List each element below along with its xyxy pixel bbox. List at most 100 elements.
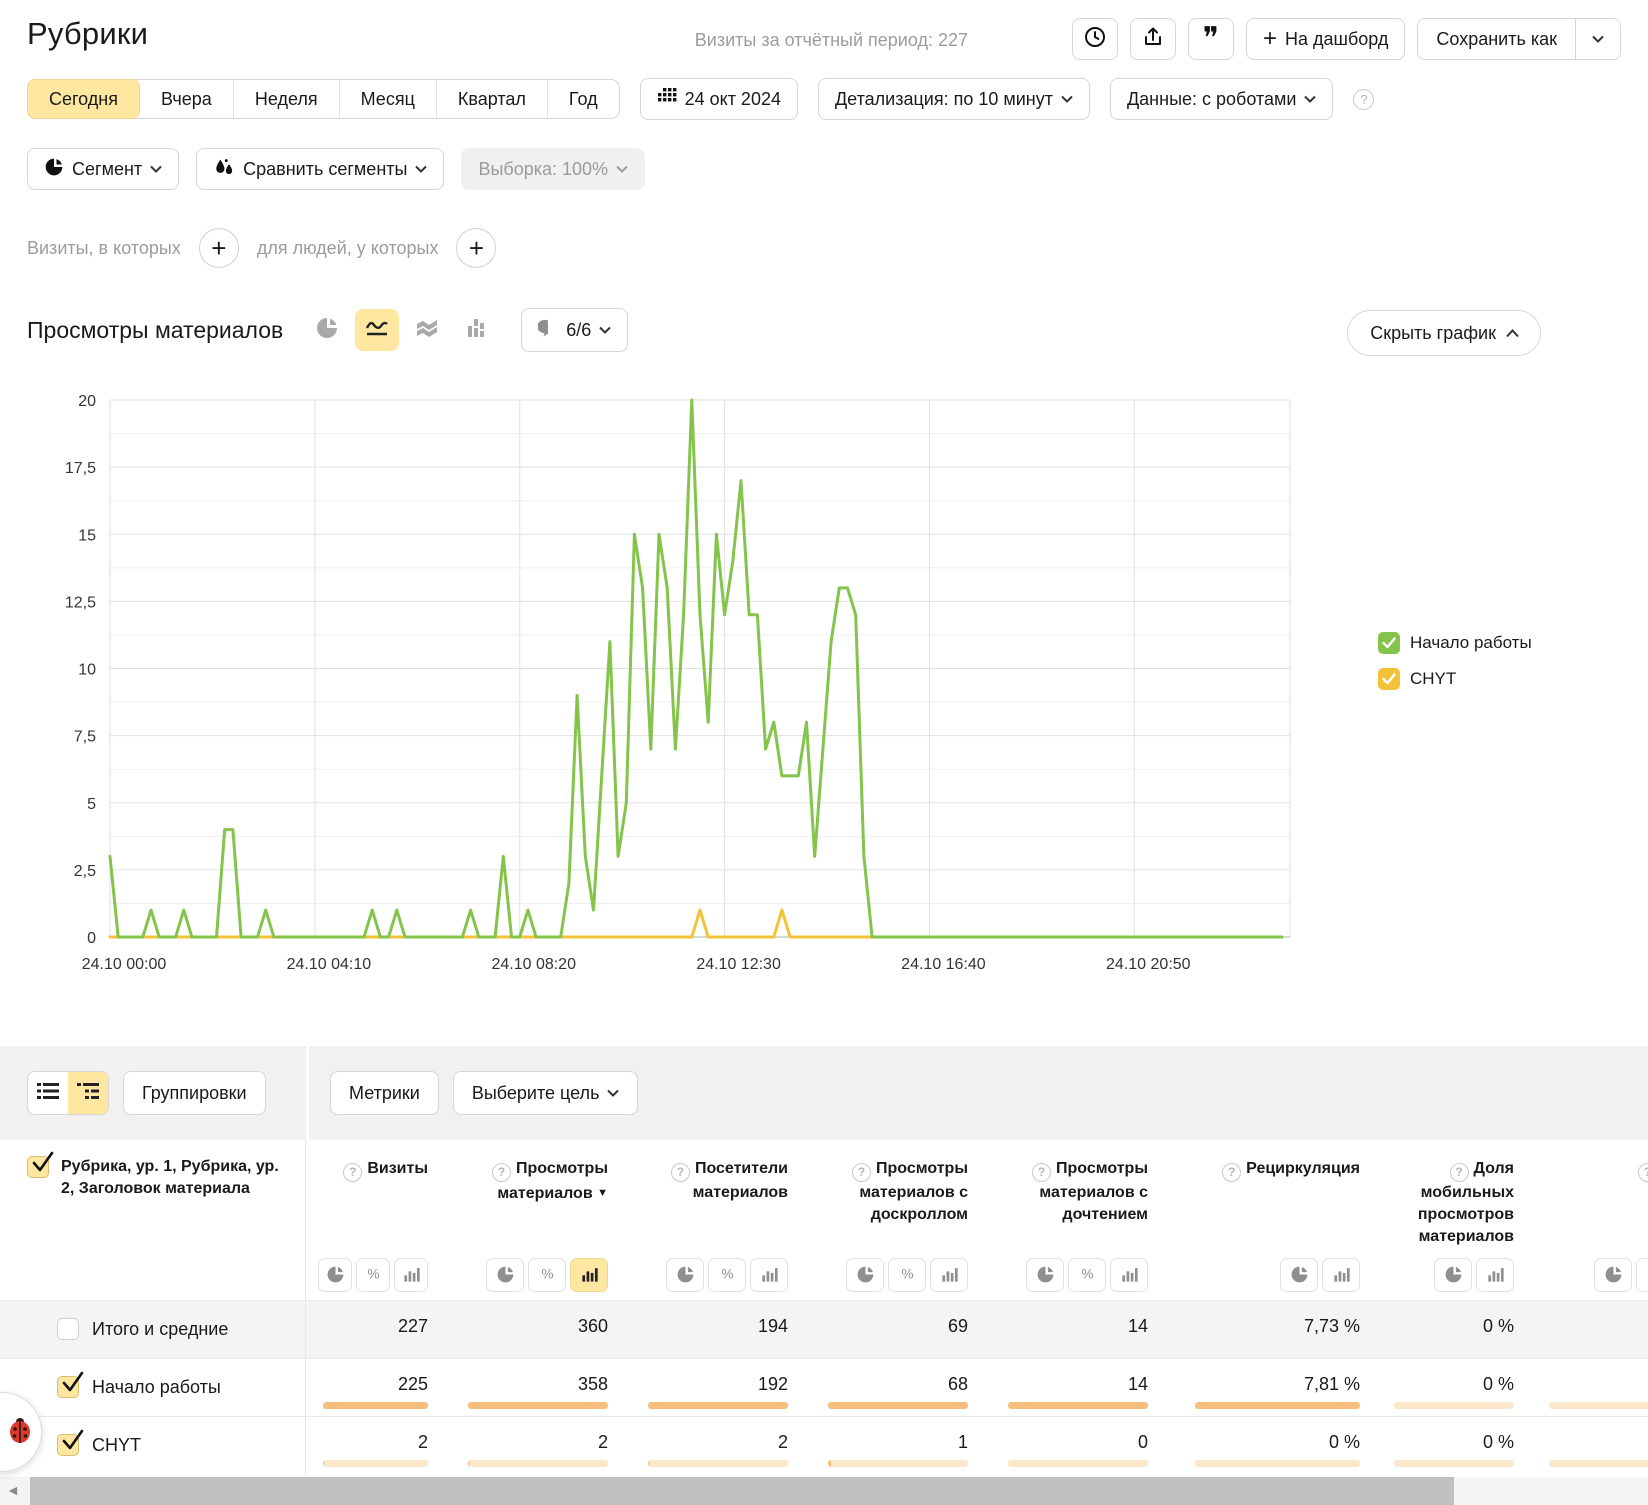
cell-value: 7,73 % [1304,1316,1360,1336]
percent-view-button[interactable]: % [356,1258,390,1292]
bar-view-button[interactable] [1636,1258,1648,1292]
save-as-button[interactable]: Сохранить как [1418,19,1575,59]
chart-type-pie-button[interactable] [305,309,349,351]
flat-list-view-button[interactable] [28,1072,68,1114]
groupings-button[interactable]: Группировки [123,1071,266,1115]
grouping-checkbox[interactable] [27,1156,49,1178]
data-mode-dropdown[interactable]: Данные: с роботами [1110,78,1333,120]
column-header-2[interactable]: ?Просмотры материалов ▼ [440,1140,620,1254]
period-tab-1[interactable]: Сегодня [27,79,140,119]
save-as-dropdown[interactable] [1575,19,1620,59]
table-toolbar: Группировки Метрики Выберите цель [0,1046,1648,1140]
svg-text:17,5: 17,5 [65,460,96,477]
chart-type-area-button[interactable] [405,309,449,351]
legend-checkbox[interactable] [1378,668,1400,690]
table-row-3: CHYT222100 %0 % [0,1416,1648,1474]
row-checkbox[interactable] [57,1376,79,1398]
pie-view-button[interactable] [1026,1258,1064,1292]
compare-segments-button[interactable]: Сравнить сегменты [196,148,444,190]
period-tab-6[interactable]: Год [548,80,619,118]
pie-view-button[interactable] [846,1258,884,1292]
help-icon[interactable]: ? [1222,1163,1241,1182]
bar-view-button[interactable] [394,1258,428,1292]
share-bar [468,1402,608,1409]
period-tab-4[interactable]: Месяц [340,80,437,118]
column-header-5[interactable]: ?Просмотры материалов с дочтением [980,1140,1160,1254]
add-to-dashboard-button[interactable]: + На дашборд [1246,18,1405,60]
help-icon[interactable]: ? [1353,89,1374,110]
legend-item-2[interactable]: CHYT [1378,668,1532,690]
svg-text:10: 10 [78,662,96,679]
pie-view-button[interactable] [1434,1258,1472,1292]
annotations-dropdown[interactable]: 6/6 [521,308,628,352]
help-icon[interactable]: ? [671,1163,690,1182]
help-icon[interactable]: ? [852,1163,871,1182]
chart-type-line-button[interactable] [355,309,399,351]
row-checkbox[interactable] [57,1318,79,1340]
value-cell: 14 [980,1359,1160,1416]
help-icon[interactable]: ? [343,1163,362,1182]
export-button[interactable] [1130,18,1176,60]
pie-view-button[interactable] [318,1258,352,1292]
bar-view-button[interactable] [750,1258,788,1292]
help-icon[interactable]: ? [1450,1163,1469,1182]
pie-chart-icon [315,316,339,345]
metrics-button[interactable]: Метрики [330,1071,439,1115]
history-button[interactable] [1072,18,1118,60]
assistant-button[interactable]: ❞ [1188,18,1234,60]
chevron-down-icon [150,165,162,173]
column-header-8[interactable]: ?м [1526,1140,1648,1254]
bar-view-button[interactable] [1110,1258,1148,1292]
area-chart-icon [414,316,440,345]
percent-view-button[interactable]: % [708,1258,746,1292]
add-visit-filter-button[interactable]: + [199,228,239,268]
column-header-7[interactable]: ?Доля мобильных просмотров материалов [1372,1140,1526,1254]
percent-view-button[interactable]: % [528,1258,566,1292]
period-tab-3[interactable]: Неделя [234,80,340,118]
bar-view-button[interactable] [930,1258,968,1292]
value-cell: 69 [800,1301,980,1358]
period-tab-5[interactable]: Квартал [437,80,548,118]
pie-view-button[interactable] [666,1258,704,1292]
metric-view-switch-7 [1372,1254,1526,1300]
goal-dropdown[interactable]: Выберите цель [453,1071,639,1115]
chevron-up-icon [1506,329,1518,337]
cell-value: 14 [1128,1374,1148,1394]
share-bar [1394,1402,1514,1409]
column-header-3[interactable]: ?Посетители материалов [620,1140,800,1254]
share-bar [468,1460,608,1467]
chevron-down-icon [415,165,427,173]
scrollbar-thumb[interactable] [30,1477,1454,1505]
tree-view-button[interactable] [68,1072,108,1114]
add-people-filter-button[interactable]: + [456,228,496,268]
column-header-1[interactable]: ?Визиты [306,1140,440,1254]
grouping-header-label: Рубрика, ур. 1, Рубрика, ур. 2, Заголово… [61,1156,295,1200]
help-icon[interactable]: ? [1032,1163,1051,1182]
svg-text:24.10 16:40: 24.10 16:40 [901,956,986,973]
date-picker-button[interactable]: 24 окт 2024 [640,78,798,120]
hide-chart-button[interactable]: Скрыть график [1347,310,1541,356]
help-icon[interactable]: ? [492,1163,511,1182]
row-checkbox[interactable] [57,1434,79,1456]
pie-view-button[interactable] [1280,1258,1318,1292]
period-tab-2[interactable]: Вчера [140,80,234,118]
column-header-4[interactable]: ?Просмотры материалов с доскроллом [800,1140,980,1254]
bar-view-button[interactable] [1476,1258,1514,1292]
horizontal-scrollbar[interactable]: ◄ [0,1477,1648,1505]
scroll-left-icon[interactable]: ◄ [6,1482,20,1498]
table-row-2: Начало работы22535819268147,81 %0 % [0,1358,1648,1416]
column-header-6[interactable]: ?Рециркуляция [1160,1140,1372,1254]
bar-view-button[interactable] [570,1258,608,1292]
legend-checkbox[interactable] [1378,632,1400,654]
pie-view-button[interactable] [1594,1258,1632,1292]
legend-item-1[interactable]: Начало работы [1378,632,1532,654]
percent-view-button[interactable]: % [888,1258,926,1292]
segment-button[interactable]: Сегмент [27,148,179,190]
chart-type-bar-button[interactable] [455,309,499,351]
detail-dropdown[interactable]: Детализация: по 10 минут [818,78,1090,120]
sampling-dropdown[interactable]: Выборка: 100% [461,148,645,190]
pie-view-button[interactable] [486,1258,524,1292]
help-icon[interactable]: ? [1638,1163,1648,1182]
percent-view-button[interactable]: % [1068,1258,1106,1292]
bar-view-button[interactable] [1322,1258,1360,1292]
